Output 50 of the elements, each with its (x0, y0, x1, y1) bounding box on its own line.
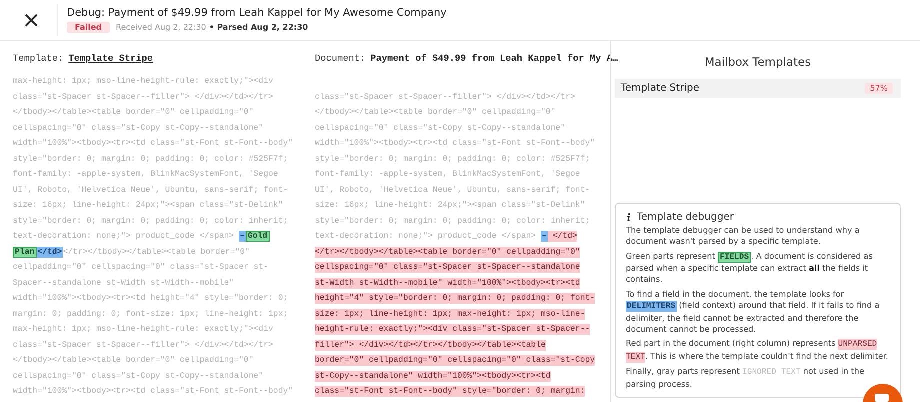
code-line: style="border: 0; margin: 0; padding: 0; color: #525F7f; (13, 154, 290, 166)
match-badge: 57% (865, 83, 893, 94)
paragraph: Green parts represent FIELDS . A document is considered as parsed when a specific template can extract all the fields it contains. (626, 250, 874, 286)
paragraph: Red part in the document (right column) represents UNPARSED TEXT. This is where the template couldn't find the next delimiter. (626, 338, 890, 364)
paragraph: To find a field in the document, the template looks for DELIMITERS (field context) around that field. If it fails to find a delimiter, the field cannot be extracted and therefore the document cannot be processed. (626, 288, 881, 336)
paragraph: Finally, gray parts represent IGNORED TEXT not used in the parsing process. (626, 366, 866, 390)
code-line: max-height: 1px; mso-line-height-rule: exactly;"><div (13, 324, 274, 336)
paragraph: The template debugger can be used to understand why a document wasn't parsed by a specific template. (626, 224, 861, 248)
template-name[interactable]: Template Stripe (68, 53, 154, 71)
code-line: cellspacing="0" class="st-Copy st-Copy--standalone" (315, 122, 567, 134)
chat-icon (875, 394, 889, 402)
parsed-time: • Parsed Aug 2, 22:30 (209, 23, 308, 32)
code-line: class="st-Spacer st-Spacer--filler"> </div></td></tr> (13, 92, 274, 104)
code-line: UI', Roboto, 'Helvetica Neue', Ubuntu, sans-serif; font- (13, 184, 290, 196)
window-title: Debug: Payment of $49.99 from Leah Kappel for My Awesome Company (67, 7, 447, 19)
code-line: text-decoration: none;"> product_code </span> – </td> (315, 230, 578, 244)
code-line: width="100%"><tbody><tr><td height="4" style="border: 0; (13, 293, 290, 305)
code-line: </tbody></table><table border="0" cellpadding="0" (13, 107, 255, 119)
code-line: cellspacing="0" class="st-Copy st-Copy--standalone" (13, 370, 265, 382)
code-line: text-decoration: none;"> product_code </span> – Gold (13, 230, 271, 244)
code-line: style="border: 0; margin: 0; padding: 0; color: inherit; (13, 216, 290, 228)
code-line: </tbody></table><table border="0" cellpadding="0" (315, 107, 557, 119)
card-title: Template debugger (637, 212, 734, 223)
status-badge: Failed (67, 22, 110, 33)
code-line: </tbody></table><table border="0" cellpadding="0" (13, 355, 255, 367)
code-line: width="100%"><tbody><tr><td class="st-Font st-Font--body" (13, 386, 294, 398)
code-line: width="100%"><tbody><tr><td class="st-Font st-Font--body" (13, 138, 294, 150)
code-line: class="st-Spacer st-Spacer--filler"> </div></td></tr> (13, 340, 274, 352)
code-line: font-family: -apple-system, BlinkMacSystemFont, 'Segoe (13, 169, 280, 181)
code-line: cellspacing="0" class="st-Copy st-Copy--standalone" (13, 122, 265, 134)
info-icon (626, 212, 631, 222)
code-line: margin: 0; padding: 0; font-size: 1px; line-height: 1px; (13, 308, 290, 320)
code-line: size: 16px; line-height: 24px;"><span class="st-Delink" (13, 200, 284, 212)
code-line: style="border: 0; margin: 0; padding: 0; color: #525F7f; (315, 154, 592, 166)
code-line: font-family: -apple-system, BlinkMacSystemFont, 'Segoe (315, 169, 582, 181)
pane-label: Document: (315, 53, 366, 66)
code-line: Spacer--standalone st-Width st-Width--mobile" (13, 278, 236, 290)
code-line: Plan </td></tr></tbody></table><table border="0" (13, 246, 251, 260)
template-item[interactable]: Template Stripe 57% (615, 79, 901, 98)
pane-label: Template: (13, 53, 64, 66)
received-time: Received Aug 2, 22:30 (116, 23, 206, 32)
code-line: size: 16px; line-height: 24px;"><span class="st-Delink" (315, 200, 586, 212)
code-line: width="100%"><tbody><tr><td class="st-Font st-Font--body" (315, 138, 596, 150)
template-name: Template Stripe (621, 83, 700, 94)
code-line: cellpadding="0" cellspacing="0" class="st-Spacer st- (13, 262, 270, 274)
code-line: style="border: 0; margin: 0; padding: 0; color: inherit; (315, 216, 592, 228)
code-line: UI', Roboto, 'Helvetica Neue', Ubuntu, sans-serif; font- (315, 184, 592, 196)
code-line: max-height: 1px; mso-line-height-rule: exactly;"><div (13, 76, 274, 88)
code-line: class="st-Spacer st-Spacer--filler"> </div></td></tr> (315, 92, 576, 104)
close-icon[interactable] (25, 14, 38, 26)
